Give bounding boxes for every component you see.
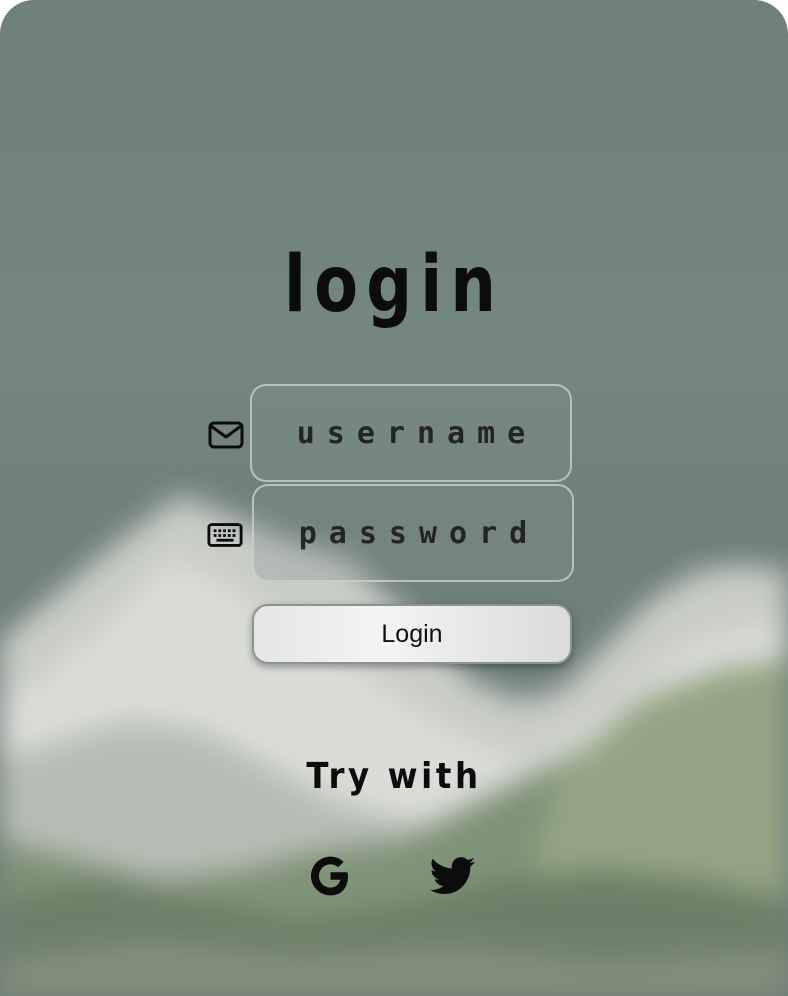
keyboard-icon [207,523,243,547]
page-title: login [283,240,505,330]
envelope-icon [208,421,244,449]
login-page: login Login Try with [0,0,788,996]
login-button[interactable]: Login [252,604,572,664]
username-input[interactable] [250,384,572,482]
social-login-heading: Try with [306,756,482,797]
google-icon[interactable] [304,850,356,902]
twitter-icon[interactable] [426,850,478,902]
password-input[interactable] [252,484,574,582]
